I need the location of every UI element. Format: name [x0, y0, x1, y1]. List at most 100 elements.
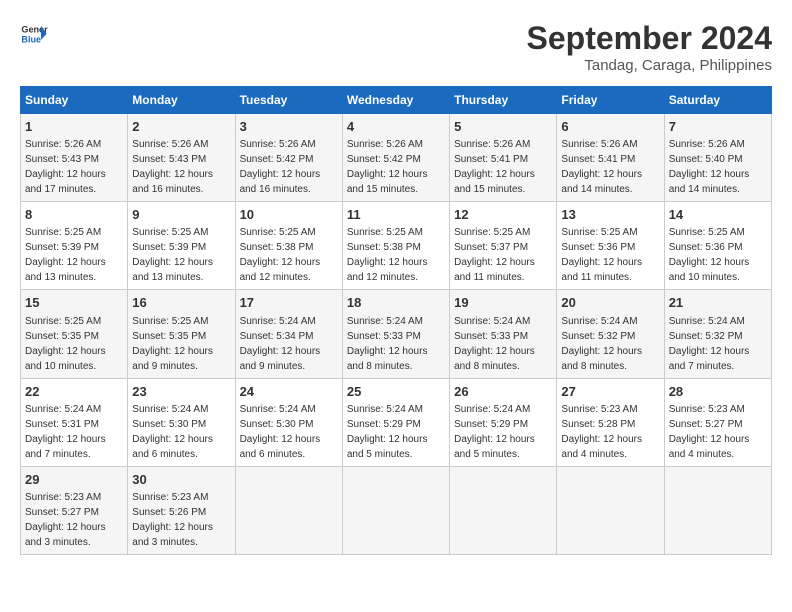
day-number: 24 — [240, 383, 338, 401]
day-number: 16 — [132, 294, 230, 312]
daylight-text: Daylight: 12 hours and 13 minutes. — [25, 257, 106, 283]
daylight-text: Daylight: 12 hours and 8 minutes. — [454, 346, 535, 372]
daylight-text: Daylight: 12 hours and 5 minutes. — [347, 434, 428, 460]
daylight-text: Daylight: 12 hours and 6 minutes. — [240, 434, 321, 460]
day-number: 26 — [454, 383, 552, 401]
calendar-table: Sunday Monday Tuesday Wednesday Thursday… — [20, 86, 772, 555]
day-number: 8 — [25, 206, 123, 224]
calendar-cell: 9Sunrise: 5:25 AMSunset: 5:39 PMDaylight… — [128, 202, 235, 290]
daylight-text: Daylight: 12 hours and 8 minutes. — [561, 346, 642, 372]
daylight-text: Daylight: 12 hours and 15 minutes. — [347, 169, 428, 195]
sunrise-text: Sunrise: 5:26 AM — [240, 139, 316, 150]
sunrise-text: Sunrise: 5:23 AM — [25, 492, 101, 503]
sunset-text: Sunset: 5:42 PM — [240, 154, 314, 165]
sunset-text: Sunset: 5:39 PM — [25, 242, 99, 253]
col-saturday: Saturday — [664, 87, 771, 114]
calendar-cell: 19Sunrise: 5:24 AMSunset: 5:33 PMDayligh… — [450, 290, 557, 378]
day-number: 1 — [25, 118, 123, 136]
calendar-cell: 5Sunrise: 5:26 AMSunset: 5:41 PMDaylight… — [450, 114, 557, 202]
calendar-week-2: 8 Sunrise: 5:25 AM Sunset: 5:39 PM Daylight… — [21, 202, 772, 290]
sunset-text: Sunset: 5:33 PM — [454, 331, 528, 342]
daylight-text: Daylight: 12 hours and 12 minutes. — [347, 257, 428, 283]
calendar-cell: 10Sunrise: 5:25 AMSunset: 5:38 PMDayligh… — [235, 202, 342, 290]
calendar-cell: 24Sunrise: 5:24 AMSunset: 5:30 PMDayligh… — [235, 378, 342, 466]
day-number: 28 — [669, 383, 767, 401]
sunrise-text: Sunrise: 5:25 AM — [132, 316, 208, 327]
day-number: 30 — [132, 471, 230, 489]
daylight-text: Daylight: 12 hours and 14 minutes. — [561, 169, 642, 195]
col-monday: Monday — [128, 87, 235, 114]
sunrise-text: Sunrise: 5:24 AM — [561, 316, 637, 327]
sunrise-text: Sunrise: 5:26 AM — [25, 139, 101, 150]
sunset-text: Sunset: 5:37 PM — [454, 242, 528, 253]
day-number: 2 — [132, 118, 230, 136]
calendar-cell: 1Sunrise: 5:26 AMSunset: 5:43 PMDaylight… — [21, 114, 128, 202]
day-number: 21 — [669, 294, 767, 312]
calendar-cell: 17Sunrise: 5:24 AMSunset: 5:34 PMDayligh… — [235, 290, 342, 378]
calendar-cell: 22Sunrise: 5:24 AMSunset: 5:31 PMDayligh… — [21, 378, 128, 466]
col-thursday: Thursday — [450, 87, 557, 114]
col-wednesday: Wednesday — [342, 87, 449, 114]
calendar-cell: 26Sunrise: 5:24 AMSunset: 5:29 PMDayligh… — [450, 378, 557, 466]
daylight-text: Daylight: 12 hours and 16 minutes. — [132, 169, 213, 195]
sunrise-text: Sunrise: 5:25 AM — [25, 227, 101, 238]
sunset-text: Sunset: 5:34 PM — [240, 331, 314, 342]
day-number: 14 — [669, 206, 767, 224]
calendar-cell — [557, 466, 664, 554]
daylight-text: Daylight: 12 hours and 9 minutes. — [132, 346, 213, 372]
sunrise-text: Sunrise: 5:25 AM — [240, 227, 316, 238]
day-number: 10 — [240, 206, 338, 224]
sunrise-text: Sunrise: 5:24 AM — [454, 404, 530, 415]
calendar-cell: 8 Sunrise: 5:25 AM Sunset: 5:39 PM Daylight… — [21, 202, 128, 290]
svg-text:Blue: Blue — [21, 34, 41, 44]
sunset-text: Sunset: 5:40 PM — [669, 154, 743, 165]
day-number: 17 — [240, 294, 338, 312]
calendar-week-5: 29Sunrise: 5:23 AMSunset: 5:27 PMDayligh… — [21, 466, 772, 554]
sunrise-text: Sunrise: 5:23 AM — [132, 492, 208, 503]
calendar-cell — [235, 466, 342, 554]
col-sunday: Sunday — [21, 87, 128, 114]
sunset-text: Sunset: 5:27 PM — [25, 507, 99, 518]
sunrise-text: Sunrise: 5:26 AM — [347, 139, 423, 150]
sunrise-text: Sunrise: 5:26 AM — [132, 139, 208, 150]
sunset-text: Sunset: 5:36 PM — [561, 242, 635, 253]
day-number: 15 — [25, 294, 123, 312]
day-number: 6 — [561, 118, 659, 136]
sunrise-text: Sunrise: 5:25 AM — [454, 227, 530, 238]
daylight-text: Daylight: 12 hours and 12 minutes. — [240, 257, 321, 283]
sunrise-text: Sunrise: 5:23 AM — [561, 404, 637, 415]
day-number: 25 — [347, 383, 445, 401]
sunset-text: Sunset: 5:35 PM — [25, 331, 99, 342]
daylight-text: Daylight: 12 hours and 17 minutes. — [25, 169, 106, 195]
sunset-text: Sunset: 5:29 PM — [347, 419, 421, 430]
calendar-cell: 3Sunrise: 5:26 AMSunset: 5:42 PMDaylight… — [235, 114, 342, 202]
daylight-text: Daylight: 12 hours and 11 minutes. — [561, 257, 642, 283]
sunset-text: Sunset: 5:33 PM — [347, 331, 421, 342]
sunrise-text: Sunrise: 5:25 AM — [561, 227, 637, 238]
calendar-cell: 4Sunrise: 5:26 AMSunset: 5:42 PMDaylight… — [342, 114, 449, 202]
calendar-cell: 7Sunrise: 5:26 AMSunset: 5:40 PMDaylight… — [664, 114, 771, 202]
day-number: 27 — [561, 383, 659, 401]
daylight-text: Daylight: 12 hours and 8 minutes. — [347, 346, 428, 372]
daylight-text: Daylight: 12 hours and 16 minutes. — [240, 169, 321, 195]
daylight-text: Daylight: 12 hours and 11 minutes. — [454, 257, 535, 283]
daylight-text: Daylight: 12 hours and 10 minutes. — [25, 346, 106, 372]
sunset-text: Sunset: 5:32 PM — [561, 331, 635, 342]
calendar-cell: 25Sunrise: 5:24 AMSunset: 5:29 PMDayligh… — [342, 378, 449, 466]
calendar-cell: 13Sunrise: 5:25 AMSunset: 5:36 PMDayligh… — [557, 202, 664, 290]
sunrise-text: Sunrise: 5:24 AM — [454, 316, 530, 327]
day-number: 4 — [347, 118, 445, 136]
daylight-text: Daylight: 12 hours and 9 minutes. — [240, 346, 321, 372]
calendar-cell: 18Sunrise: 5:24 AMSunset: 5:33 PMDayligh… — [342, 290, 449, 378]
sunset-text: Sunset: 5:28 PM — [561, 419, 635, 430]
calendar-cell: 6Sunrise: 5:26 AMSunset: 5:41 PMDaylight… — [557, 114, 664, 202]
daylight-text: Daylight: 12 hours and 14 minutes. — [669, 169, 750, 195]
day-number: 7 — [669, 118, 767, 136]
calendar-cell: 2 Sunrise: 5:26 AM Sunset: 5:43 PM Daylight… — [128, 114, 235, 202]
month-title: September 2024 — [527, 20, 772, 57]
title-block: September 2024 Tandag, Caraga, Philippin… — [527, 20, 772, 74]
sunset-text: Sunset: 5:43 PM — [132, 154, 206, 165]
sunset-text: Sunset: 5:41 PM — [454, 154, 528, 165]
daylight-text: Daylight: 12 hours and 13 minutes. — [132, 257, 213, 283]
day-number: 23 — [132, 383, 230, 401]
